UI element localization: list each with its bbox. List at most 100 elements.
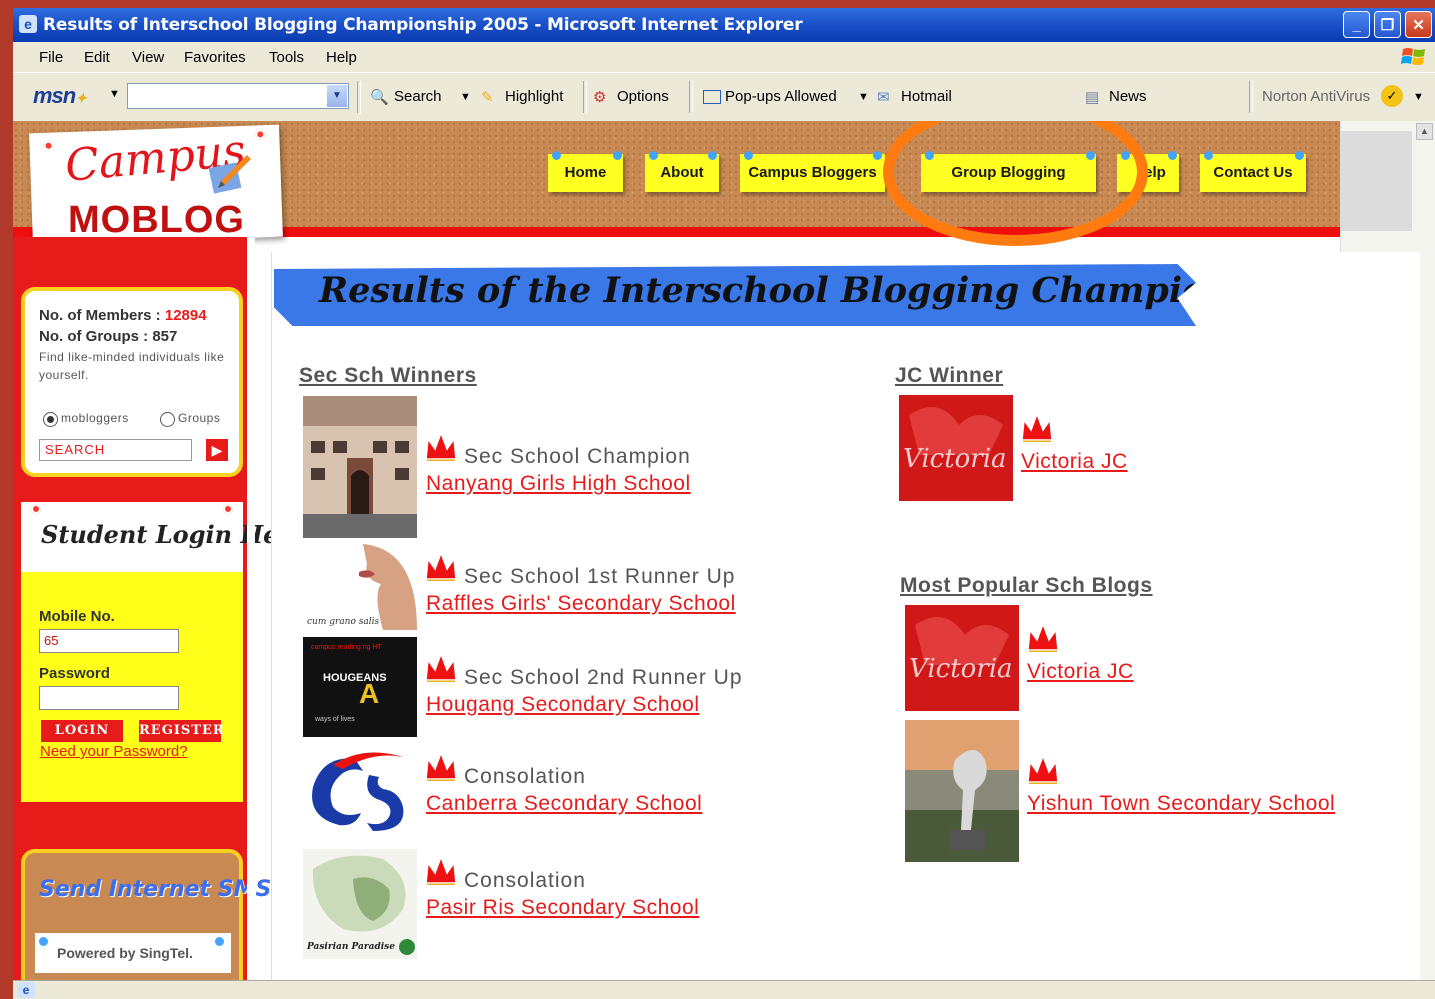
jc-winner-link[interactable]: Victoria JC <box>1021 450 1128 474</box>
school-link-pasir-ris[interactable]: Pasir Ris Secondary School <box>426 896 699 920</box>
title-bar: e Results of Interschool Blogging Champi… <box>13 8 1435 42</box>
login-title: Student Login Here <box>41 520 307 549</box>
crown-icon <box>424 430 458 463</box>
popups-dropdown-icon[interactable]: ▼ <box>858 91 869 103</box>
radio-groups[interactable] <box>160 412 175 427</box>
school-link-rgs[interactable]: Raffles Girls' Secondary School <box>426 592 736 616</box>
mobile-label: Mobile No. <box>39 608 115 625</box>
options-icon: ⚙ <box>593 89 607 107</box>
search-button[interactable]: 🔍 Search <box>370 88 442 106</box>
sms-title[interactable]: Send Internet SMS <box>39 877 271 902</box>
menu-bar: File Edit View Favorites Tools Help <box>13 42 1435 72</box>
search-go-arrow-icon[interactable]: ▶ <box>206 439 228 461</box>
groups-count: No. of Groups : 857 <box>39 328 178 345</box>
minimize-button[interactable]: _ <box>1343 11 1370 38</box>
most-popular-heading: Most Popular Sch Blogs <box>900 574 1153 597</box>
sec-sch-winners-heading: Sec Sch Winners <box>299 364 477 387</box>
vjc-thumb-text: Victoria <box>909 654 1013 684</box>
canberra-logo-image[interactable] <box>303 747 417 833</box>
login-button[interactable]: LOGIN <box>41 720 123 742</box>
search-icon: 🔍 <box>370 89 389 107</box>
close-button[interactable]: ✕ <box>1405 11 1432 38</box>
place-label: Sec School Champion <box>464 445 691 468</box>
school-link-canberra[interactable]: Canberra Secondary School <box>426 792 702 816</box>
logo-moblog-text: MOBLOG <box>68 199 245 241</box>
popular-link-victoria-jc[interactable]: Victoria JC <box>1027 660 1134 684</box>
menu-edit[interactable]: Edit <box>84 49 110 66</box>
crown-icon <box>424 854 458 887</box>
radio-groups-label: Groups <box>178 411 221 425</box>
menu-tools[interactable]: Tools <box>269 49 304 66</box>
highlight-button[interactable]: ✎ Highlight <box>481 88 563 106</box>
school-link-nygh[interactable]: Nanyang Girls High School <box>426 472 691 496</box>
hougang-thumb-bottom: ways of lives <box>314 716 355 723</box>
scrollbar-thumb[interactable] <box>1340 131 1412 231</box>
pencil-icon <box>208 155 251 194</box>
restore-button[interactable]: ❐ <box>1374 11 1401 38</box>
highlighter-icon: ✎ <box>481 89 494 107</box>
place-label: Sec School 2nd Runner Up <box>464 666 743 689</box>
student-login-box: Student Login Here Mobile No. 65 Passwor… <box>21 502 306 802</box>
crown-icon <box>1026 753 1060 786</box>
scroll-up-arrow-icon[interactable]: ▲ <box>1416 123 1433 140</box>
nav-campus-bloggers[interactable]: Campus Bloggers <box>740 154 885 192</box>
register-button[interactable]: REGISTER <box>139 720 224 742</box>
news-icon: ▤ <box>1085 89 1100 107</box>
member-search-input[interactable]: SEARCH <box>39 439 192 461</box>
left-sidebar: No. of Members : 12894 No. of Groups : 8… <box>13 237 306 999</box>
mobile-input[interactable]: 65 <box>39 629 179 653</box>
msn-search-input[interactable]: ▼ <box>127 83 349 109</box>
victoria-jc-logo-image[interactable]: Victoria <box>899 395 1013 501</box>
norton-icon[interactable]: ✓ <box>1381 85 1403 107</box>
crown-icon <box>424 550 458 583</box>
hotmail-button[interactable]: ✉ Hotmail <box>877 88 952 106</box>
hougang-blog-photo[interactable]: campus reading rig HT HOUGEANS A ways of… <box>303 637 417 737</box>
ie-icon: e <box>19 15 37 33</box>
radio-mobloggers-label: mobloggers <box>61 411 129 425</box>
crown-icon <box>1020 411 1054 444</box>
members-stats-box: No. of Members : 12894 No. of Groups : 8… <box>21 287 243 477</box>
nav-contact-us[interactable]: Contact Us <box>1200 154 1306 192</box>
msn-logo[interactable]: msn✦ <box>33 83 87 109</box>
menu-favorites[interactable]: Favorites <box>184 49 246 66</box>
banner-title: Results of the Interschool Blogging Cham… <box>319 270 1424 311</box>
windows-logo-icon <box>1401 48 1425 65</box>
find-text: Find like-minded individuals like yourse… <box>39 350 225 382</box>
nav-home[interactable]: Home <box>548 154 623 192</box>
nav-about[interactable]: About <box>645 154 719 192</box>
options-button[interactable]: ⚙ Options <box>593 88 669 106</box>
msn-dropdown-icon[interactable]: ▼ <box>109 88 120 100</box>
results-banner: Results of the Interschool Blogging Cham… <box>274 264 1196 326</box>
pasir-ris-blog-image[interactable]: Pasirian Paradise <box>303 849 417 959</box>
rgs-thumb-caption: cum grano salis <box>307 617 379 627</box>
rgs-blog-photo[interactable]: cum grano salis <box>303 544 417 630</box>
menu-view[interactable]: View <box>132 49 164 66</box>
msn-toolbar: msn✦ ▼ ▼ 🔍 Search ▼ ✎ Highlight ⚙ Options P… <box>13 72 1435 122</box>
menu-help[interactable]: Help <box>326 49 357 66</box>
chevron-down-icon[interactable]: ▼ <box>327 85 347 107</box>
yishun-town-photo[interactable] <box>905 720 1019 862</box>
popup-window-icon <box>703 90 721 105</box>
menu-file[interactable]: File <box>39 49 63 66</box>
hougang-thumb-letter: A <box>359 678 379 709</box>
search-dropdown-icon[interactable]: ▼ <box>460 91 471 103</box>
place-label: Consolation <box>464 765 586 788</box>
forgot-password-link[interactable]: Need your Password? <box>40 743 188 760</box>
nygh-building-photo[interactable] <box>303 396 417 538</box>
popular-link-yishun[interactable]: Yishun Town Secondary School <box>1027 792 1335 816</box>
main-content: Results of the Interschool Blogging Cham… <box>271 252 1420 999</box>
norton-dropdown-icon[interactable]: ▼ <box>1413 91 1424 103</box>
crown-icon <box>424 651 458 684</box>
powered-by-singtel: Powered by SingTel. <box>35 933 231 973</box>
password-input[interactable] <box>39 686 179 710</box>
victoria-jc-popular-image[interactable]: Victoria <box>905 605 1019 711</box>
crown-icon <box>424 750 458 783</box>
school-link-hougang[interactable]: Hougang Secondary School <box>426 693 700 717</box>
popups-button[interactable]: Pop-ups Allowed <box>703 88 837 105</box>
ie-page-icon: e <box>17 982 35 998</box>
news-button[interactable]: ▤ News <box>1085 88 1147 106</box>
norton-antivirus-label[interactable]: Norton AntiVirus <box>1262 88 1370 105</box>
place-label: Consolation <box>464 869 586 892</box>
radio-mobloggers[interactable] <box>43 412 58 427</box>
ie-window: e Results of Interschool Blogging Champi… <box>13 8 1435 999</box>
